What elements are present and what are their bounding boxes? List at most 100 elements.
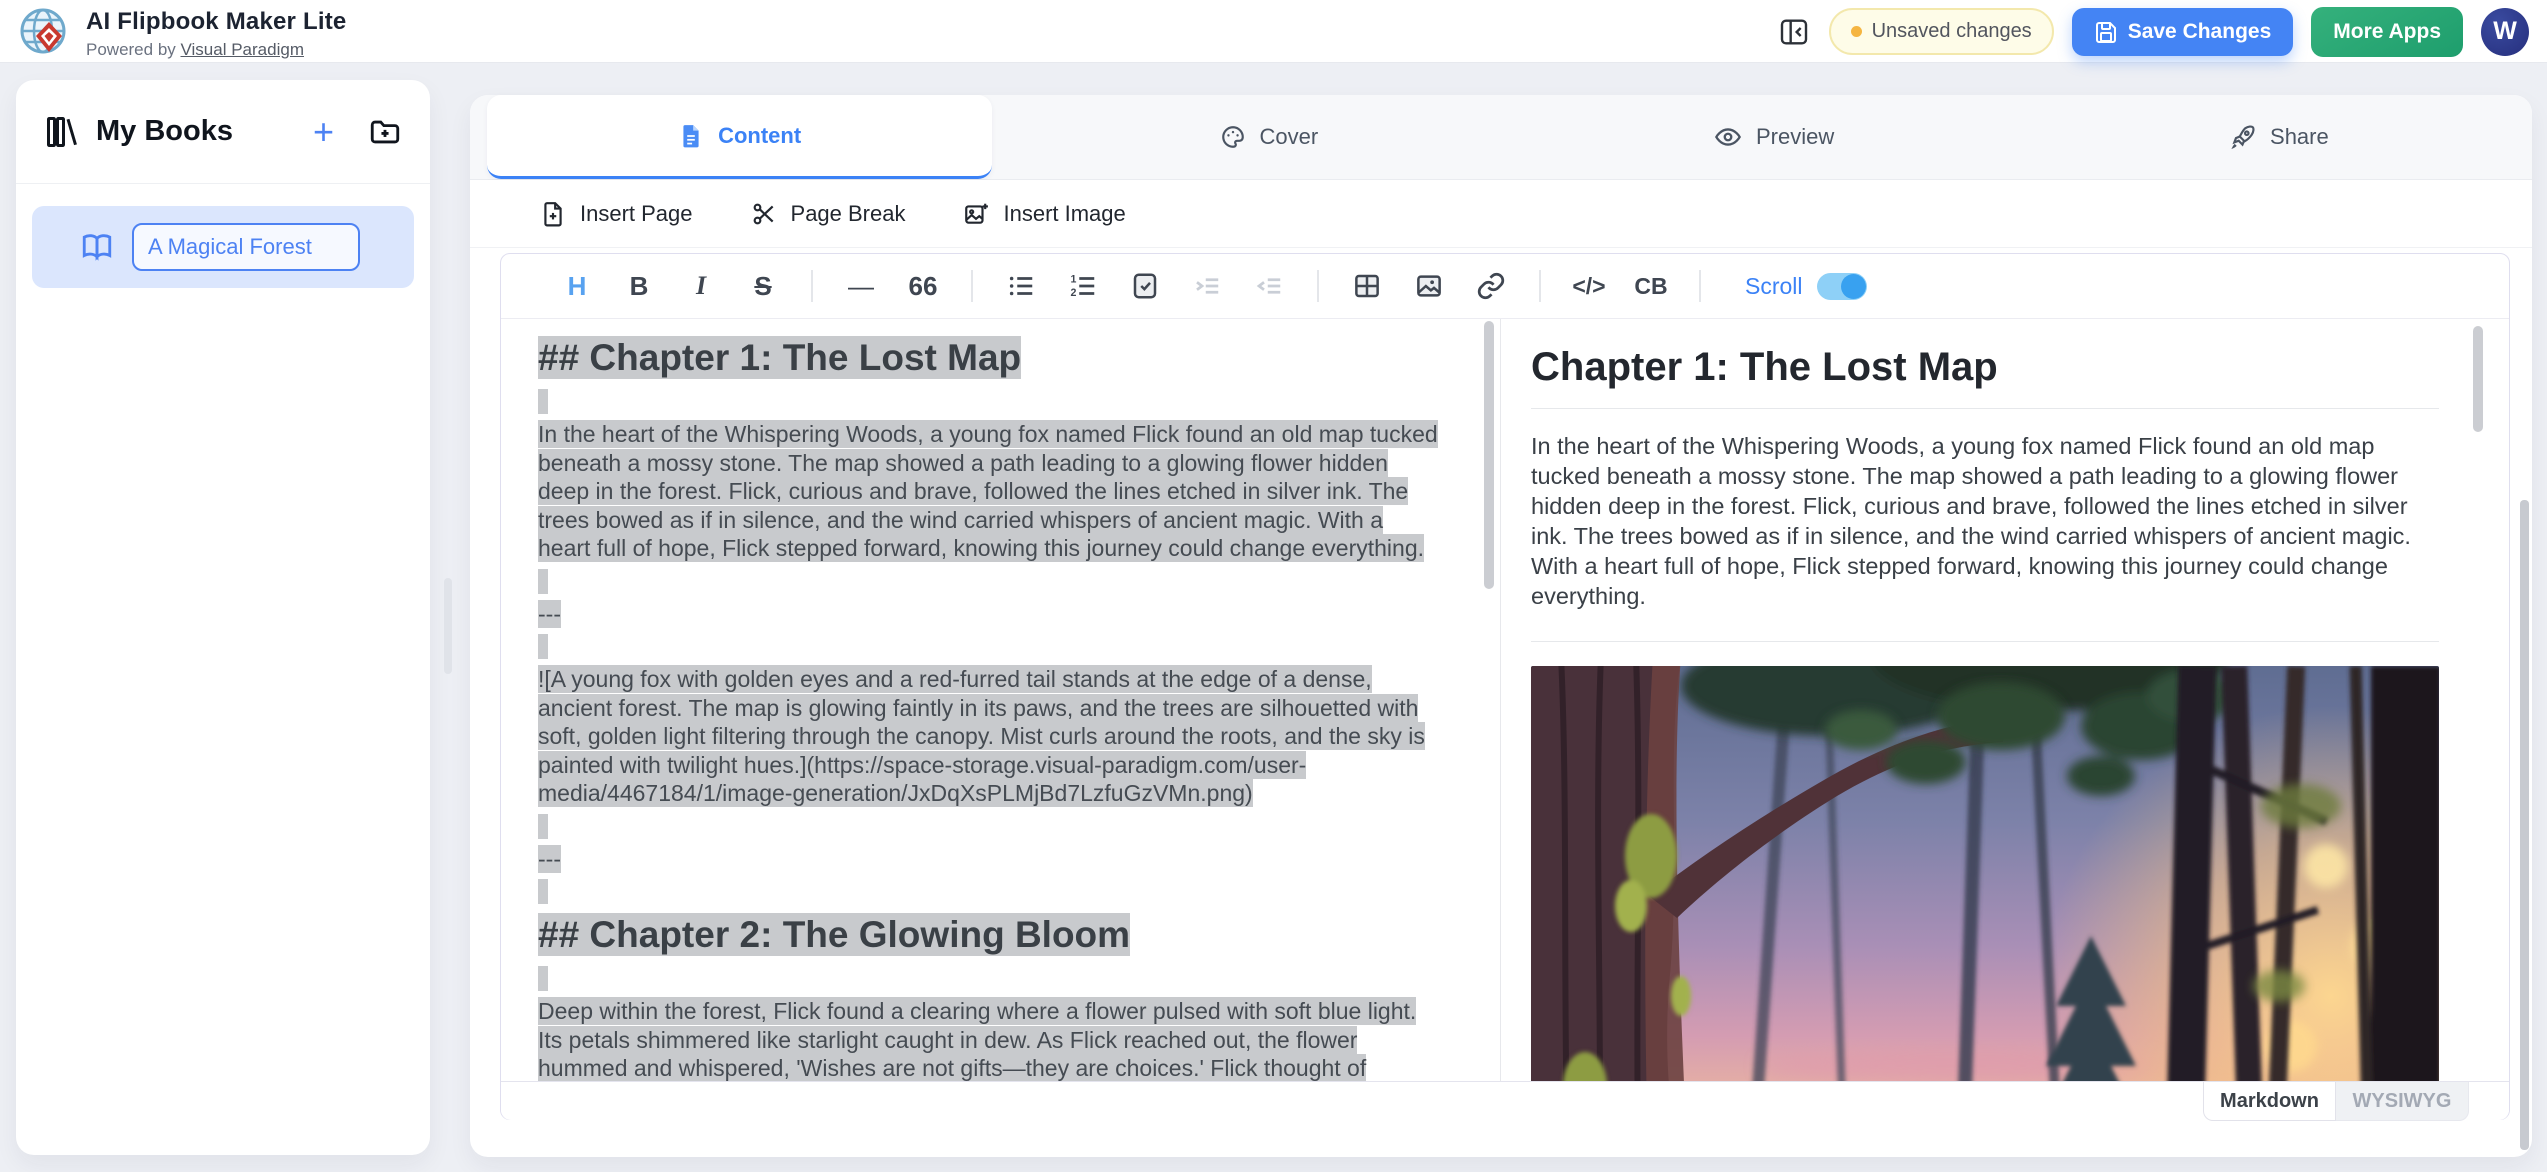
selected-text: ![A young fox with golden eyes and a red… [538,665,1425,807]
editor-scrollbar[interactable] [1484,321,1494,589]
horizontal-rule-button[interactable]: — [843,266,879,306]
strikethrough-button[interactable]: S [745,266,781,306]
insert-page-button[interactable]: Insert Page [540,201,693,227]
markdown-mode-button[interactable]: Markdown [2203,1082,2336,1121]
image-button[interactable] [1411,266,1447,306]
save-changes-label: Save Changes [2128,20,2272,44]
md-image-markdown: ![A young fox with golden eyes and a red… [538,665,1440,808]
markdown-editor[interactable]: ## Chapter 1: The Lost Map In the heart … [501,319,1500,1081]
blockquote-button[interactable]: 66 [905,266,941,306]
page-scrollbar[interactable] [2520,500,2529,1150]
tab-preview-label: Preview [1756,124,1834,150]
mode-switch: Markdown WYSIWYG [2203,1082,2469,1121]
md-divider-line: --- [538,845,1440,874]
tab-content[interactable]: Content [487,95,992,179]
selected-text: ## Chapter 1: The Lost Map [538,336,1021,379]
add-folder-icon[interactable] [368,115,402,149]
toolbar-separator [971,270,973,302]
warning-dot-icon [1851,26,1862,37]
code-block-button[interactable]: CB [1633,266,1669,306]
app-header: AI Flipbook Maker Lite Powered by Visual… [0,0,2547,63]
add-book-button[interactable]: + [313,114,334,150]
tab-cover[interactable]: Cover [1016,95,1521,179]
main-panel: Content Cover [470,95,2532,1157]
toolbar-separator [1317,270,1319,302]
collapse-panel-icon[interactable] [1777,15,1811,49]
preview-heading: Chapter 1: The Lost Map [1531,345,2439,409]
tab-bar: Content Cover [470,95,2532,180]
rocket-icon [2230,124,2256,150]
md-divider-line: --- [538,600,1440,629]
insert-page-label: Insert Page [580,201,693,227]
insert-image-label: Insert Image [1003,201,1125,227]
tab-share-label: Share [2270,124,2329,150]
wysiwyg-mode-button[interactable]: WYSIWYG [2336,1082,2469,1121]
selected-text: Deep within the forest, Flick found a cl… [538,997,1421,1081]
tab-share[interactable]: Share [2027,95,2532,179]
my-books-sidebar: My Books + [16,80,430,1155]
page-break-label: Page Break [791,201,906,227]
md-heading-line: ## Chapter 1: The Lost Map [538,333,1440,383]
inline-code-button[interactable]: </> [1571,266,1607,306]
format-toolbar: H B I S — 66 1 2 [501,254,2509,319]
scroll-sync-label: Scroll [1745,273,1803,300]
preview-scrollbar[interactable] [2473,326,2483,432]
page-break-button[interactable]: Page Break [751,201,906,227]
selected-empty-line [538,879,548,904]
app-window: AI Flipbook Maker Lite Powered by Visual… [0,0,2547,1172]
library-icon [44,114,80,150]
visual-paradigm-link[interactable]: Visual Paradigm [181,40,304,59]
bold-button[interactable]: B [621,266,657,306]
editor-container: H B I S — 66 1 2 [500,253,2510,1120]
scroll-sync-toggle[interactable] [1817,273,1867,300]
bullet-list-button[interactable] [1003,266,1039,306]
toolbar-separator [811,270,813,302]
selected-empty-line [538,814,548,839]
preview-pane: Chapter 1: The Lost Map In the heart of … [1501,319,2509,1081]
table-button[interactable] [1349,266,1385,306]
toggle-knob [1841,274,1866,299]
user-avatar[interactable]: W [2481,8,2529,56]
selected-empty-line [538,966,548,991]
tab-cover-label: Cover [1260,124,1319,150]
task-list-button[interactable] [1127,266,1163,306]
sidebar-resize-handle[interactable] [444,578,452,674]
save-changes-button[interactable]: Save Changes [2072,8,2294,56]
selected-text: --- [538,845,561,873]
unsaved-changes-badge: Unsaved changes [1829,8,2054,55]
md-heading-line: ## Chapter 2: The Glowing Bloom [538,910,1440,960]
italic-button[interactable]: I [683,266,719,306]
selected-text: ## Chapter 2: The Glowing Bloom [538,913,1130,956]
outdent-button[interactable] [1251,266,1287,306]
visual-paradigm-logo-icon [18,6,70,58]
eye-icon [1714,123,1742,151]
selected-empty-line [538,634,548,659]
ordered-list-button[interactable]: 1 2 [1065,266,1101,306]
selected-text: In the heart of the Whispering Woods, a … [538,420,1438,562]
book-name-input[interactable] [132,223,360,271]
more-apps-button[interactable]: More Apps [2311,7,2463,57]
heading-button[interactable]: H [559,266,595,306]
powered-by-text: Powered by [86,40,181,59]
toolbar-separator [1539,270,1541,302]
powered-by: Powered by Visual Paradigm [86,40,346,60]
link-button[interactable] [1473,266,1509,306]
tab-preview[interactable]: Preview [1522,95,2027,179]
palette-icon [1220,124,1246,150]
unsaved-changes-label: Unsaved changes [1872,20,2032,43]
insert-image-button[interactable]: Insert Image [963,201,1125,227]
open-book-icon [80,230,114,264]
toolbar-separator [1699,270,1701,302]
md-paragraph: In the heart of the Whispering Woods, a … [538,420,1440,563]
selected-empty-line [538,389,548,414]
save-icon [2094,20,2118,44]
svg-text:1: 1 [1071,273,1077,285]
indent-button[interactable] [1189,266,1225,306]
document-icon [678,123,704,149]
preview-paragraph: In the heart of the Whispering Woods, a … [1531,431,2439,611]
sidebar-title: My Books [96,115,313,148]
book-list-item[interactable] [32,206,414,288]
tab-content-label: Content [718,123,801,149]
svg-text:2: 2 [1071,287,1077,299]
md-paragraph: Deep within the forest, Flick found a cl… [538,997,1440,1081]
